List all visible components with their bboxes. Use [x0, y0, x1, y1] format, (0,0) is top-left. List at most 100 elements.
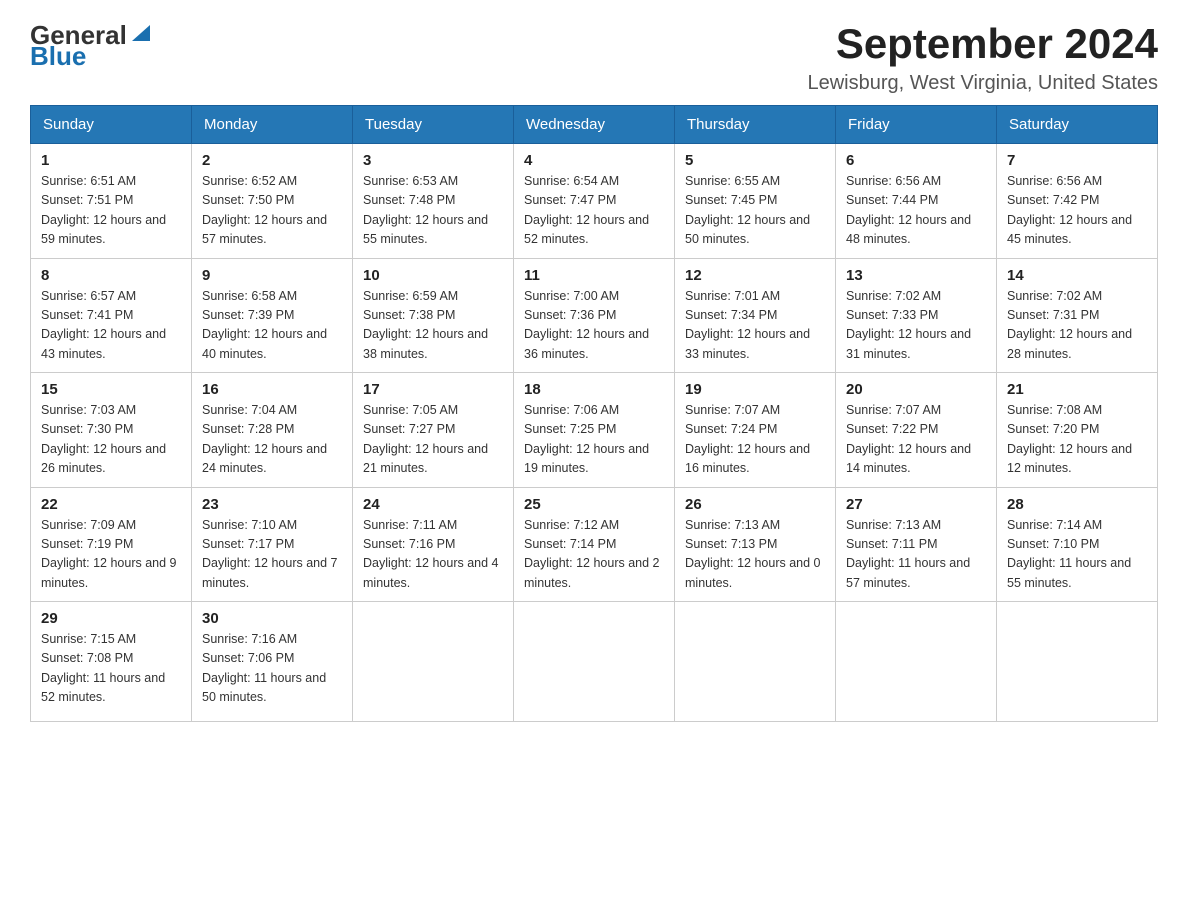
day-info: Sunrise: 7:11 AMSunset: 7:16 PMDaylight:…: [363, 518, 499, 590]
location-text: Lewisburg, West Virginia, United States: [807, 72, 1158, 95]
col-tuesday: Tuesday: [353, 106, 514, 144]
table-row: 6 Sunrise: 6:56 AMSunset: 7:44 PMDayligh…: [836, 144, 997, 259]
table-row: 11 Sunrise: 7:00 AMSunset: 7:36 PMDaylig…: [514, 258, 675, 373]
day-info: Sunrise: 7:16 AMSunset: 7:06 PMDaylight:…: [202, 632, 326, 704]
table-row: 1 Sunrise: 6:51 AMSunset: 7:51 PMDayligh…: [31, 144, 192, 259]
col-monday: Monday: [192, 106, 353, 144]
col-wednesday: Wednesday: [514, 106, 675, 144]
table-row: 5 Sunrise: 6:55 AMSunset: 7:45 PMDayligh…: [675, 144, 836, 259]
col-friday: Friday: [836, 106, 997, 144]
day-number: 3: [363, 152, 503, 169]
table-row: 30 Sunrise: 7:16 AMSunset: 7:06 PMDaylig…: [192, 602, 353, 722]
col-saturday: Saturday: [997, 106, 1158, 144]
day-number: 14: [1007, 267, 1147, 284]
table-row: [353, 602, 514, 722]
day-number: 13: [846, 267, 986, 284]
day-number: 24: [363, 496, 503, 513]
calendar-header-row: Sunday Monday Tuesday Wednesday Thursday…: [31, 106, 1158, 144]
table-row: [997, 602, 1158, 722]
day-number: 7: [1007, 152, 1147, 169]
day-number: 17: [363, 381, 503, 398]
table-row: 26 Sunrise: 7:13 AMSunset: 7:13 PMDaylig…: [675, 487, 836, 602]
page-header: General Blue September 2024 Lewisburg, W…: [30, 20, 1158, 95]
title-section: September 2024 Lewisburg, West Virginia,…: [807, 20, 1158, 95]
day-number: 5: [685, 152, 825, 169]
day-info: Sunrise: 7:03 AMSunset: 7:30 PMDaylight:…: [41, 403, 166, 475]
day-info: Sunrise: 7:13 AMSunset: 7:13 PMDaylight:…: [685, 518, 821, 590]
day-info: Sunrise: 7:07 AMSunset: 7:24 PMDaylight:…: [685, 403, 810, 475]
day-number: 8: [41, 267, 181, 284]
table-row: 14 Sunrise: 7:02 AMSunset: 7:31 PMDaylig…: [997, 258, 1158, 373]
day-number: 28: [1007, 496, 1147, 513]
day-info: Sunrise: 6:51 AMSunset: 7:51 PMDaylight:…: [41, 174, 166, 246]
table-row: 29 Sunrise: 7:15 AMSunset: 7:08 PMDaylig…: [31, 602, 192, 722]
table-row: 17 Sunrise: 7:05 AMSunset: 7:27 PMDaylig…: [353, 373, 514, 488]
day-number: 1: [41, 152, 181, 169]
day-number: 20: [846, 381, 986, 398]
calendar-week-row: 8 Sunrise: 6:57 AMSunset: 7:41 PMDayligh…: [31, 258, 1158, 373]
day-info: Sunrise: 7:09 AMSunset: 7:19 PMDaylight:…: [41, 518, 177, 590]
day-info: Sunrise: 6:55 AMSunset: 7:45 PMDaylight:…: [685, 174, 810, 246]
day-number: 18: [524, 381, 664, 398]
day-info: Sunrise: 6:53 AMSunset: 7:48 PMDaylight:…: [363, 174, 488, 246]
day-info: Sunrise: 6:54 AMSunset: 7:47 PMDaylight:…: [524, 174, 649, 246]
day-number: 16: [202, 381, 342, 398]
day-info: Sunrise: 7:02 AMSunset: 7:31 PMDaylight:…: [1007, 289, 1132, 361]
table-row: 2 Sunrise: 6:52 AMSunset: 7:50 PMDayligh…: [192, 144, 353, 259]
day-info: Sunrise: 7:12 AMSunset: 7:14 PMDaylight:…: [524, 518, 660, 590]
day-info: Sunrise: 7:07 AMSunset: 7:22 PMDaylight:…: [846, 403, 971, 475]
table-row: 25 Sunrise: 7:12 AMSunset: 7:14 PMDaylig…: [514, 487, 675, 602]
calendar-week-row: 29 Sunrise: 7:15 AMSunset: 7:08 PMDaylig…: [31, 602, 1158, 722]
table-row: 20 Sunrise: 7:07 AMSunset: 7:22 PMDaylig…: [836, 373, 997, 488]
table-row: 13 Sunrise: 7:02 AMSunset: 7:33 PMDaylig…: [836, 258, 997, 373]
day-info: Sunrise: 7:10 AMSunset: 7:17 PMDaylight:…: [202, 518, 338, 590]
day-number: 9: [202, 267, 342, 284]
day-number: 25: [524, 496, 664, 513]
day-info: Sunrise: 6:58 AMSunset: 7:39 PMDaylight:…: [202, 289, 327, 361]
table-row: [514, 602, 675, 722]
day-number: 11: [524, 267, 664, 284]
day-info: Sunrise: 7:02 AMSunset: 7:33 PMDaylight:…: [846, 289, 971, 361]
table-row: 10 Sunrise: 6:59 AMSunset: 7:38 PMDaylig…: [353, 258, 514, 373]
day-info: Sunrise: 7:01 AMSunset: 7:34 PMDaylight:…: [685, 289, 810, 361]
day-number: 12: [685, 267, 825, 284]
day-number: 4: [524, 152, 664, 169]
table-row: 19 Sunrise: 7:07 AMSunset: 7:24 PMDaylig…: [675, 373, 836, 488]
table-row: 21 Sunrise: 7:08 AMSunset: 7:20 PMDaylig…: [997, 373, 1158, 488]
day-number: 26: [685, 496, 825, 513]
day-number: 22: [41, 496, 181, 513]
day-info: Sunrise: 7:14 AMSunset: 7:10 PMDaylight:…: [1007, 518, 1131, 590]
calendar-week-row: 15 Sunrise: 7:03 AMSunset: 7:30 PMDaylig…: [31, 373, 1158, 488]
table-row: 16 Sunrise: 7:04 AMSunset: 7:28 PMDaylig…: [192, 373, 353, 488]
day-info: Sunrise: 6:56 AMSunset: 7:44 PMDaylight:…: [846, 174, 971, 246]
day-number: 6: [846, 152, 986, 169]
table-row: 28 Sunrise: 7:14 AMSunset: 7:10 PMDaylig…: [997, 487, 1158, 602]
day-number: 30: [202, 610, 342, 627]
table-row: 9 Sunrise: 6:58 AMSunset: 7:39 PMDayligh…: [192, 258, 353, 373]
table-row: 15 Sunrise: 7:03 AMSunset: 7:30 PMDaylig…: [31, 373, 192, 488]
day-info: Sunrise: 7:13 AMSunset: 7:11 PMDaylight:…: [846, 518, 970, 590]
day-info: Sunrise: 7:05 AMSunset: 7:27 PMDaylight:…: [363, 403, 488, 475]
table-row: 7 Sunrise: 6:56 AMSunset: 7:42 PMDayligh…: [997, 144, 1158, 259]
day-number: 19: [685, 381, 825, 398]
day-info: Sunrise: 7:00 AMSunset: 7:36 PMDaylight:…: [524, 289, 649, 361]
day-number: 23: [202, 496, 342, 513]
logo-triangle-icon: [130, 23, 152, 50]
col-thursday: Thursday: [675, 106, 836, 144]
calendar-table: Sunday Monday Tuesday Wednesday Thursday…: [30, 105, 1158, 722]
logo: General Blue: [30, 20, 152, 72]
day-info: Sunrise: 7:06 AMSunset: 7:25 PMDaylight:…: [524, 403, 649, 475]
day-number: 10: [363, 267, 503, 284]
table-row: 18 Sunrise: 7:06 AMSunset: 7:25 PMDaylig…: [514, 373, 675, 488]
day-number: 27: [846, 496, 986, 513]
table-row: 24 Sunrise: 7:11 AMSunset: 7:16 PMDaylig…: [353, 487, 514, 602]
month-title: September 2024: [807, 20, 1158, 68]
table-row: 23 Sunrise: 7:10 AMSunset: 7:17 PMDaylig…: [192, 487, 353, 602]
day-info: Sunrise: 6:56 AMSunset: 7:42 PMDaylight:…: [1007, 174, 1132, 246]
table-row: 27 Sunrise: 7:13 AMSunset: 7:11 PMDaylig…: [836, 487, 997, 602]
day-info: Sunrise: 7:04 AMSunset: 7:28 PMDaylight:…: [202, 403, 327, 475]
day-number: 2: [202, 152, 342, 169]
col-sunday: Sunday: [31, 106, 192, 144]
day-info: Sunrise: 7:08 AMSunset: 7:20 PMDaylight:…: [1007, 403, 1132, 475]
calendar-week-row: 1 Sunrise: 6:51 AMSunset: 7:51 PMDayligh…: [31, 144, 1158, 259]
